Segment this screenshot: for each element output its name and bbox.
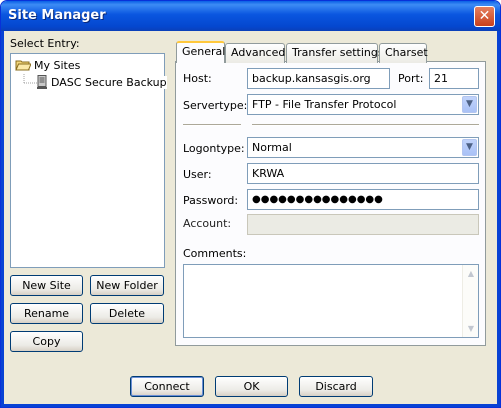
window-frame-right — [497, 31, 500, 407]
comments-textarea[interactable]: ▲ ▼ — [183, 264, 479, 338]
host-label: Host: — [183, 72, 212, 85]
close-button[interactable]: ✕ — [474, 6, 495, 27]
tab-transfer-settings[interactable]: Transfer settings — [286, 43, 384, 63]
account-input — [247, 214, 479, 235]
close-icon: ✕ — [478, 8, 491, 24]
logontype-value: Normal — [252, 141, 292, 154]
site-manager-window: Site Manager ✕ Select Entry: My Sites DA… — [0, 0, 501, 408]
logontype-select[interactable]: Normal ▼ — [247, 137, 479, 158]
rename-button[interactable]: Rename — [10, 303, 83, 324]
new-folder-button[interactable]: New Folder — [90, 275, 164, 296]
connect-button[interactable]: Connect — [130, 376, 204, 397]
scroll-up-icon[interactable]: ▲ — [464, 266, 478, 281]
tab-advanced[interactable]: Advanced — [225, 43, 285, 63]
separator-left — [183, 124, 241, 126]
tree-item-label: DASC Secure Backup — [51, 76, 167, 89]
host-input[interactable]: backup.kansasgis.org — [247, 68, 390, 89]
select-entry-label: Select Entry: — [10, 37, 80, 50]
password-input[interactable]: ●●●●●●●●●●●●●●● — [247, 189, 479, 210]
tree-item-label: My Sites — [34, 59, 81, 72]
account-label: Account: — [183, 217, 232, 230]
comments-scrollbar[interactable]: ▲ ▼ — [462, 265, 478, 337]
chevron-down-icon[interactable]: ▼ — [462, 139, 477, 156]
servertype-value: FTP - File Transfer Protocol — [252, 98, 397, 111]
folder-open-icon — [15, 60, 31, 71]
tree-item-dasc-secure-backup[interactable]: DASC Secure Backup — [37, 75, 167, 91]
comments-label: Comments: — [183, 247, 247, 260]
servertype-select[interactable]: FTP - File Transfer Protocol ▼ — [247, 94, 479, 115]
server-icon — [37, 75, 47, 89]
copy-button[interactable]: Copy — [10, 331, 83, 352]
new-site-button[interactable]: New Site — [10, 275, 83, 296]
port-label: Port: — [398, 72, 424, 85]
separator-right — [252, 124, 479, 126]
delete-button[interactable]: Delete — [90, 303, 164, 324]
window-title: Site Manager — [8, 8, 106, 23]
port-input[interactable]: 21 — [429, 68, 479, 89]
chevron-down-icon[interactable]: ▼ — [462, 96, 477, 113]
discard-button[interactable]: Discard — [299, 376, 373, 397]
tab-charset[interactable]: Charset — [379, 43, 428, 63]
servertype-label: Servertype: — [183, 99, 248, 112]
ok-button[interactable]: OK — [215, 376, 288, 397]
site-tree[interactable]: My Sites DASC Secure Backup — [10, 53, 167, 268]
window-frame-bottom — [1, 404, 500, 407]
user-input[interactable]: KRWA — [247, 163, 479, 184]
logontype-label: Logontype: — [183, 142, 245, 155]
title-bar[interactable]: Site Manager ✕ — [1, 1, 500, 31]
tab-general[interactable]: General — [176, 41, 225, 63]
scroll-down-icon[interactable]: ▼ — [464, 321, 478, 336]
window-frame-left — [1, 31, 4, 407]
tree-item-my-sites[interactable]: My Sites — [15, 58, 80, 74]
user-label: User: — [183, 168, 212, 181]
password-label: Password: — [183, 194, 239, 207]
